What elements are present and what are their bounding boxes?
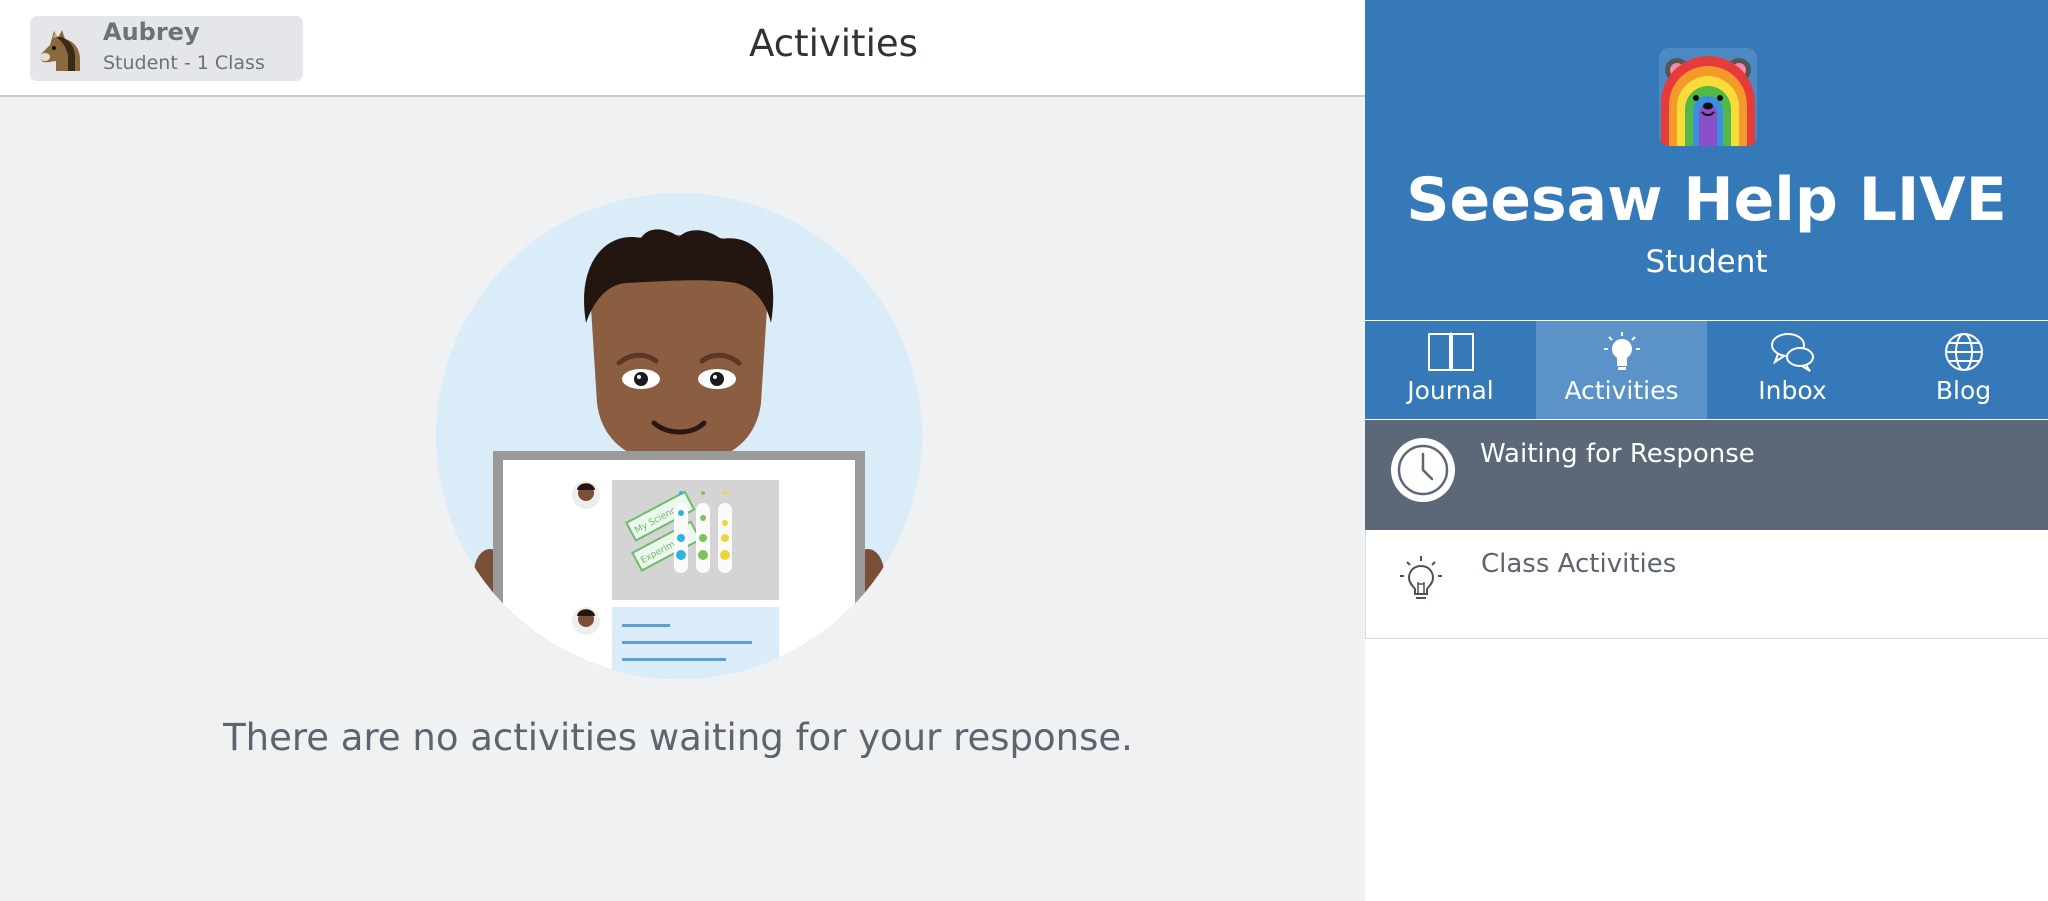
list-item-class-activities[interactable]: Class Activities [1365, 530, 2048, 639]
lightbulb-icon [1604, 332, 1640, 370]
list-item-waiting-for-response[interactable]: Waiting for Response [1365, 420, 2048, 530]
horse-icon [40, 30, 80, 71]
tab-inbox[interactable]: Inbox [1707, 321, 1878, 419]
empty-state-message: There are no activities waiting for your… [223, 716, 1133, 759]
tab-blog[interactable]: Blog [1878, 321, 2048, 419]
tab-blog-label: Blog [1935, 376, 1992, 405]
lightbulb-icon [1400, 556, 1442, 599]
top-bar: Aubrey Student - 1 Class Activities [0, 0, 1365, 97]
page-title: Activities [749, 22, 918, 65]
student-holding-tablet-illustration: My Science Experiment [436, 193, 922, 679]
class-panel: Seesaw Help LIVE Student Journal Activit… [1365, 0, 2048, 901]
main-pane: Aubrey Student - 1 Class Activities My S… [0, 0, 1365, 901]
chat-bubbles-icon [1771, 333, 1814, 372]
tab-activities-label: Activities [1564, 376, 1679, 405]
list-item-label: Waiting for Response [1480, 439, 1755, 469]
tab-activities[interactable]: Activities [1536, 321, 1707, 419]
class-role: Student [1645, 244, 1768, 280]
class-tabs: Journal Activities Inbox Blog [1365, 321, 2048, 419]
tab-journal-label: Journal [1407, 376, 1494, 405]
list-item-label: Class Activities [1481, 549, 1677, 579]
class-header: Seesaw Help LIVE Student [1365, 0, 2048, 321]
globe-icon [1945, 333, 1983, 371]
tab-inbox-label: Inbox [1758, 376, 1827, 405]
user-switcher[interactable]: Aubrey Student - 1 Class [30, 16, 303, 81]
rainbow-bear-icon[interactable] [1659, 48, 1757, 146]
user-subtitle: Student - 1 Class [103, 52, 265, 74]
clock-icon [1391, 438, 1455, 502]
class-name: Seesaw Help LIVE [1406, 165, 2007, 235]
book-icon [1428, 332, 1474, 371]
user-name: Aubrey [103, 18, 200, 46]
tab-journal[interactable]: Journal [1365, 321, 1536, 419]
